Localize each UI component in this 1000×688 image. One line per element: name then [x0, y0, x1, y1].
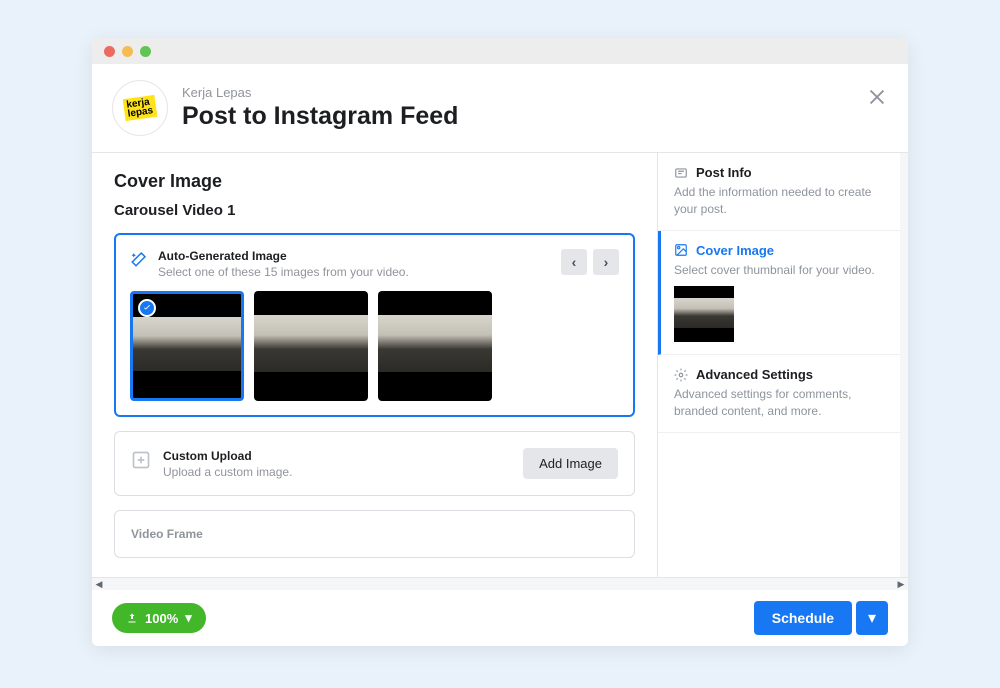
- sidebar-cover-thumbnail: [674, 286, 734, 342]
- auto-generated-card: Auto-Generated Image Select one of these…: [114, 233, 635, 417]
- thumbs-next-button[interactable]: ›: [593, 249, 619, 275]
- sidebar: Post Info Add the information needed to …: [658, 153, 908, 577]
- section-subheading: Carousel Video 1: [114, 202, 635, 219]
- window-minimize-dot[interactable]: [122, 46, 133, 57]
- titlebar: [92, 38, 908, 64]
- sidebar-desc: Add the information needed to create you…: [674, 184, 892, 218]
- horizontal-scrollbar[interactable]: ◀ ▶: [92, 578, 908, 590]
- scroll-right-icon[interactable]: ▶: [896, 579, 906, 589]
- thumbnail-1[interactable]: [130, 291, 244, 401]
- sidebar-label: Post Info: [696, 165, 752, 180]
- scroll-left-icon[interactable]: ◀: [94, 579, 104, 589]
- footer: 100% ▾ Schedule ▾: [92, 590, 908, 646]
- magic-wand-icon: [130, 250, 148, 268]
- sidebar-item-post-info[interactable]: Post Info Add the information needed to …: [658, 153, 908, 231]
- sidebar-label: Cover Image: [696, 243, 774, 258]
- vertical-scrollbar[interactable]: [900, 153, 908, 577]
- add-image-button[interactable]: Add Image: [523, 448, 618, 479]
- modal-title: Post to Instagram Feed: [182, 102, 458, 131]
- window-maximize-dot[interactable]: [140, 46, 151, 57]
- section-heading: Cover Image: [114, 171, 635, 192]
- upload-icon: [126, 612, 138, 624]
- post-info-icon: [674, 166, 688, 180]
- sidebar-desc: Select cover thumbnail for your video.: [674, 262, 892, 279]
- custom-upload-card: Custom Upload Upload a custom image. Add…: [114, 431, 635, 496]
- window-close-dot[interactable]: [104, 46, 115, 57]
- upload-status-pill[interactable]: 100% ▾: [112, 603, 206, 633]
- thumbnail-3[interactable]: [378, 291, 492, 401]
- upload-status-text: 100%: [145, 611, 178, 626]
- sidebar-label: Advanced Settings: [696, 367, 813, 382]
- sidebar-desc: Advanced settings for comments, branded …: [674, 386, 892, 420]
- page-avatar: kerjalepas: [112, 80, 168, 136]
- close-icon[interactable]: [866, 86, 888, 113]
- custom-upload-desc: Upload a custom image.: [163, 465, 292, 479]
- thumbnail-2[interactable]: [254, 291, 368, 401]
- image-upload-icon: [131, 450, 151, 470]
- custom-upload-title: Custom Upload: [163, 449, 292, 463]
- schedule-button[interactable]: Schedule: [754, 601, 852, 635]
- auto-generated-desc: Select one of these 15 images from your …: [158, 265, 409, 279]
- thumbnail-row: [130, 291, 619, 401]
- sidebar-item-cover-image[interactable]: Cover Image Select cover thumbnail for y…: [658, 231, 908, 356]
- modal-body: Cover Image Carousel Video 1 Auto-Genera…: [92, 153, 908, 578]
- schedule-options-button[interactable]: ▾: [856, 601, 888, 635]
- chevron-down-icon: ▾: [185, 610, 192, 626]
- page-name-subtitle: Kerja Lepas: [182, 85, 458, 100]
- video-frame-card: Video Frame: [114, 510, 635, 558]
- gear-icon: [674, 368, 688, 382]
- sidebar-item-advanced-settings[interactable]: Advanced Settings Advanced settings for …: [658, 355, 908, 433]
- video-frame-title: Video Frame: [131, 527, 203, 541]
- check-icon: [138, 299, 156, 317]
- avatar-logo: kerjalepas: [123, 95, 157, 121]
- app-window: kerjalepas Kerja Lepas Post to Instagram…: [92, 38, 908, 646]
- thumbs-prev-button[interactable]: ‹: [561, 249, 587, 275]
- image-icon: [674, 243, 688, 257]
- main-panel: Cover Image Carousel Video 1 Auto-Genera…: [92, 153, 658, 577]
- auto-generated-title: Auto-Generated Image: [158, 249, 409, 263]
- modal-header: kerjalepas Kerja Lepas Post to Instagram…: [92, 64, 908, 153]
